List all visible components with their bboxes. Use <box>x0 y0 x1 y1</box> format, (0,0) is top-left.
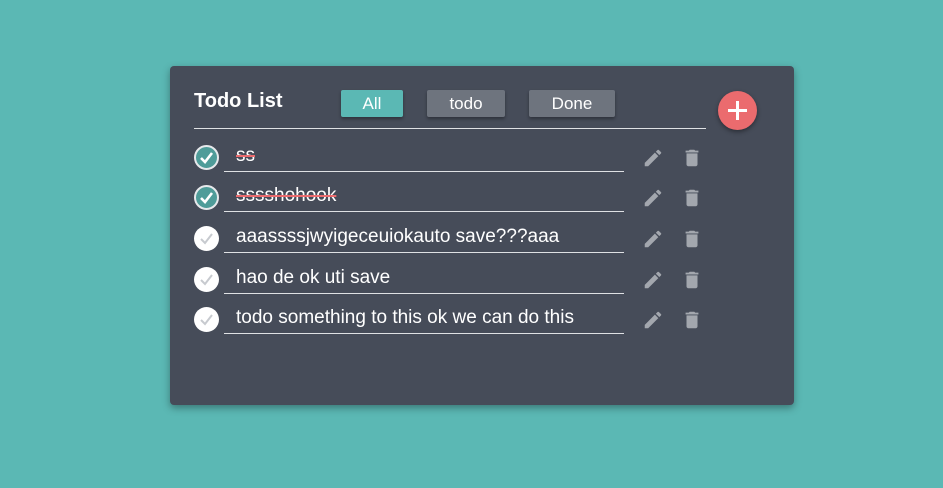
add-todo-button[interactable] <box>718 91 757 130</box>
todo-row: sssshohook <box>194 181 714 212</box>
done-checkbox[interactable] <box>194 185 219 210</box>
delete-button[interactable] <box>681 228 703 250</box>
check-icon <box>200 192 214 204</box>
todo-text-field[interactable]: hao de ok uti save <box>224 265 624 294</box>
todo-text-field[interactable]: sssshohook <box>224 183 624 212</box>
filter-all-button[interactable]: All <box>341 90 403 117</box>
delete-button[interactable] <box>681 147 703 169</box>
check-icon <box>200 233 213 245</box>
pencil-icon <box>644 230 662 248</box>
todo-text: hao de ok uti save <box>236 267 391 288</box>
edit-button[interactable] <box>642 269 664 291</box>
check-icon <box>200 152 214 164</box>
todo-row: todo something to this ok we can do this <box>194 303 714 334</box>
todo-text-field[interactable]: todo something to this ok we can do this <box>224 305 624 334</box>
header-divider <box>194 128 706 129</box>
edit-button[interactable] <box>642 309 664 331</box>
trash-icon <box>685 189 699 207</box>
pencil-icon <box>644 189 662 207</box>
done-checkbox[interactable] <box>194 267 219 292</box>
plus-icon <box>728 101 747 120</box>
todo-text: sssshohook <box>236 185 337 206</box>
done-checkbox[interactable] <box>194 145 219 170</box>
pencil-icon <box>644 271 662 289</box>
done-checkbox[interactable] <box>194 226 219 251</box>
pencil-icon <box>644 149 662 167</box>
delete-button[interactable] <box>681 309 703 331</box>
todo-text-field[interactable]: ss <box>224 143 624 172</box>
done-checkbox[interactable] <box>194 307 219 332</box>
edit-button[interactable] <box>642 147 664 169</box>
todo-row: hao de ok uti save <box>194 263 714 294</box>
trash-icon <box>685 149 699 167</box>
check-icon <box>200 314 213 326</box>
trash-icon <box>685 271 699 289</box>
trash-icon <box>685 230 699 248</box>
page-title: Todo List <box>194 90 283 112</box>
todo-text: ss <box>236 145 255 166</box>
edit-button[interactable] <box>642 187 664 209</box>
todo-text: aaassssjwyigeceuiokauto save???aaa <box>236 226 560 247</box>
filter-done-button[interactable]: Done <box>529 90 615 117</box>
check-icon <box>200 274 213 286</box>
todo-text-field[interactable]: aaassssjwyigeceuiokauto save???aaa <box>224 224 624 253</box>
delete-button[interactable] <box>681 269 703 291</box>
todo-text: todo something to this ok we can do this <box>236 307 574 328</box>
todo-card: Todo List All todo Done ss sssshohook aa… <box>170 66 794 405</box>
delete-button[interactable] <box>681 187 703 209</box>
trash-icon <box>685 311 699 329</box>
filter-todo-button[interactable]: todo <box>427 90 505 117</box>
pencil-icon <box>644 311 662 329</box>
todo-row: aaassssjwyigeceuiokauto save???aaa <box>194 222 714 253</box>
edit-button[interactable] <box>642 228 664 250</box>
todo-row: ss <box>194 141 714 172</box>
